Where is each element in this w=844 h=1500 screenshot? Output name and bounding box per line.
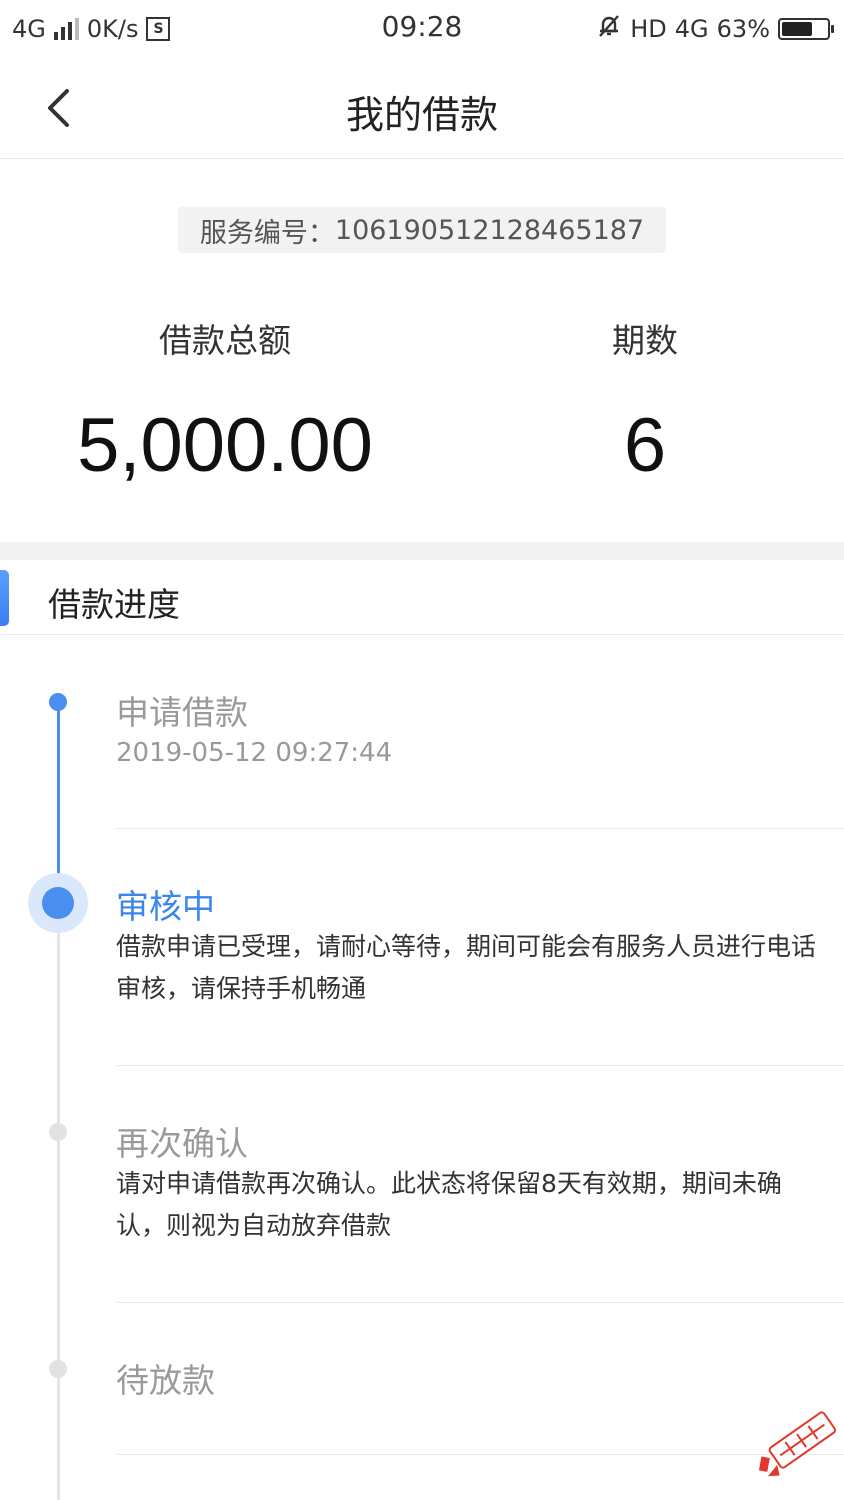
step-title-reconfirm: 再次确认 (116, 1124, 248, 1163)
periods-value: 6 (623, 403, 667, 488)
step-title-reviewing: 审核中 (116, 887, 215, 926)
nav-bar: 我的借款 (0, 58, 844, 159)
mute-bell-icon (596, 13, 622, 45)
battery-percent: 63% (716, 15, 770, 43)
step-title-pending-disbursement: 待放款 (116, 1361, 215, 1400)
step-title-apply: 申请借款 (116, 693, 248, 732)
step-separator (116, 1454, 844, 1455)
status-bar: 4G 0K/s S 09:28 HD 4G 63% (0, 0, 844, 58)
watermark-logo (740, 1400, 840, 1490)
step-description-reconfirm: 请对申请借款再次确认。此状态将保留8天有效期，期间未确认，则视为自动放弃借款 (116, 1169, 782, 1240)
service-number-badge: 服务编号： 106190512128465187 (178, 207, 666, 253)
step-pending-dot-icon (49, 1360, 67, 1378)
hd-indicator: HD (630, 15, 667, 43)
progress-section-title: 借款进度 (48, 585, 180, 624)
loan-amount-value: 5,000.00 (77, 403, 373, 488)
timeline-line-completed (57, 702, 60, 902)
service-number-label: 服务编号： (199, 217, 335, 249)
section-divider (0, 542, 844, 560)
periods-label: 期数 (612, 321, 678, 360)
page-title: 我的借款 (345, 93, 498, 137)
battery-icon (778, 18, 834, 40)
step-done-dot-icon (49, 693, 67, 711)
status-right: HD 4G 63% (596, 12, 834, 46)
progress-section-header: 借款进度 (0, 560, 844, 635)
step-separator (116, 1302, 844, 1303)
step-pending-dot-icon (49, 1123, 67, 1141)
timeline-line-pending (57, 902, 60, 1500)
loan-amount-label: 借款总额 (159, 321, 291, 360)
step-separator (116, 1065, 844, 1066)
network-type-right: 4G (674, 15, 709, 43)
step-timestamp-apply: 2019-05-12 09:27:44 (116, 738, 393, 768)
step-separator (116, 828, 844, 829)
service-number-value: 106190512128465187 (334, 214, 645, 246)
step-current-dot-icon (42, 887, 74, 919)
step-description-reviewing: 借款申请已受理，请耐心等待，期间可能会有服务人员进行电话审核，请保持手机畅通 (116, 932, 817, 1003)
section-accent-bar (0, 570, 9, 626)
